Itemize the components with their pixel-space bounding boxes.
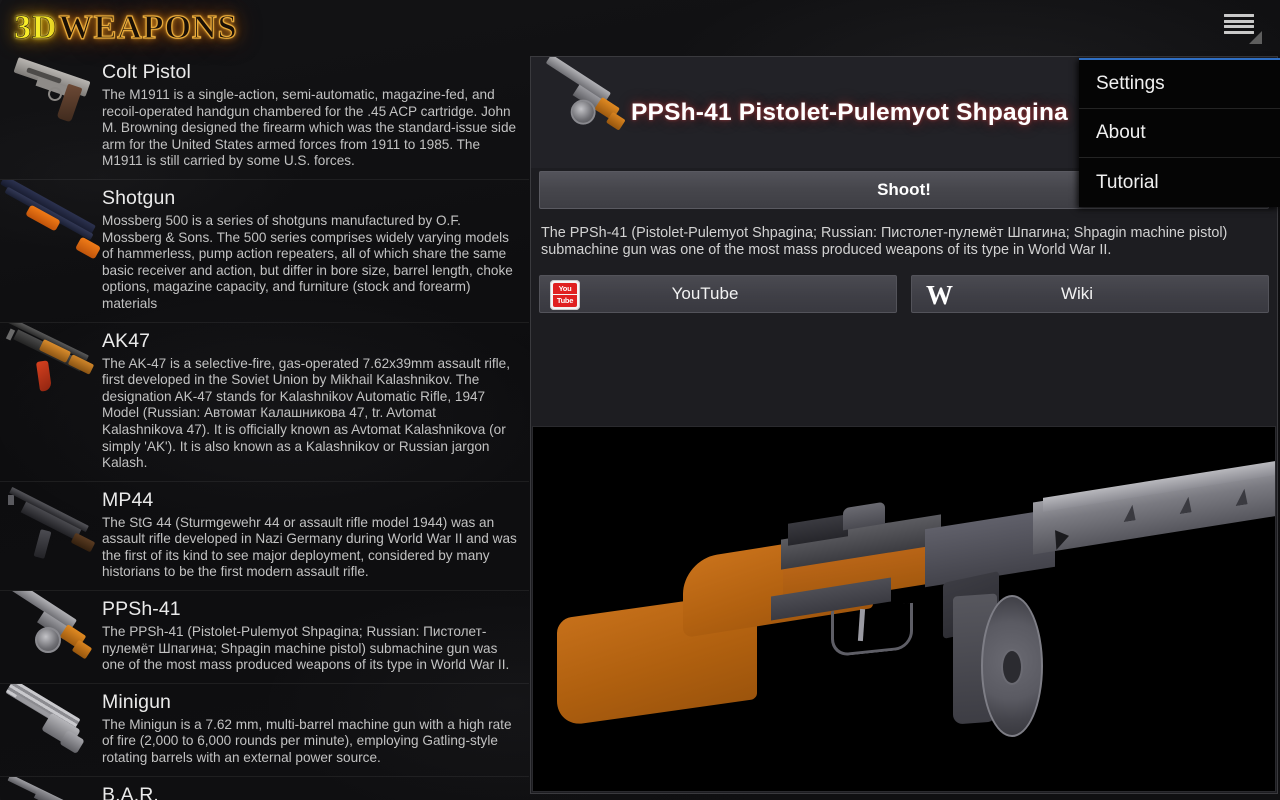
weapon-name: PPSh-41 [102,598,181,621]
hamburger-menu-icon[interactable] [1220,10,1264,44]
menu-item-about[interactable]: About [1079,109,1280,158]
weapon-description: The AK-47 is a selective-fire, gas-opera… [102,355,511,471]
youtube-icon: You Tube [550,279,580,310]
weapon-name: Shotgun [102,186,176,209]
weapon-text-block: MP44 The StG 44 (Sturmgewehr 44 or assau… [101,482,529,590]
weapon-list[interactable]: Colt Pistol The M1911 is a single-action… [0,54,529,800]
youtube-button[interactable]: You Tube YouTube [539,274,897,313]
weapon-thumbnail [0,322,101,481]
weapon-thumbnail [0,54,101,179]
youtube-icon-top-text: You [553,282,577,295]
wikipedia-icon: W [926,279,953,310]
weapon-thumbnail [0,591,101,683]
logo-weapons-text: WEAPONS [58,8,238,46]
menu-item-tutorial[interactable]: Tutorial [1079,158,1280,207]
weapon-text-block: PPSh-41 The PPSh-41 (Pistolet-Pulemyot S… [101,591,529,683]
logo-3d-text: 3D [14,9,58,47]
weapon-description: The StG 44 (Sturmgewehr 44 or assault ri… [102,514,517,580]
menu-corner-triangle-icon [1249,31,1262,44]
app-header: 3DWEAPONS [0,0,1280,54]
weapon-thumbnail [0,482,101,590]
weapon-text-block: Minigun The Minigun is a 7.62 mm, multi-… [101,684,529,776]
youtube-icon-bottom-text: Tube [553,295,577,307]
list-item[interactable]: MP44 The StG 44 (Sturmgewehr 44 or assau… [0,482,529,592]
overflow-menu[interactable]: Settings About Tutorial [1079,58,1280,207]
weapon-name: Minigun [102,690,171,713]
weapon-text-block: Colt Pistol The M1911 is a single-action… [101,54,529,179]
weapon-name: MP44 [102,488,154,511]
weapon-description: The PPSh-41 (Pistolet-Pulemyot Shpagina;… [102,624,510,673]
weapon-description: The Minigun is a 7.62 mm, multi-barrel m… [102,716,512,766]
weapon-thumbnail [0,179,101,322]
weapon-text-block: Shotgun Mossberg 500 is a series of shot… [101,180,529,322]
weapon-name: B.A.R. [102,783,159,800]
list-item[interactable]: Minigun The Minigun is a 7.62 mm, multi-… [0,683,529,777]
youtube-button-label: YouTube [671,283,739,303]
page-title: PPSh-41 Pistolet-Pulemyot Shpagina [631,98,1068,126]
weapon-thumbnail [0,776,101,800]
wiki-button-label: Wiki [1060,283,1094,303]
list-item[interactable]: Colt Pistol The M1911 is a single-action… [0,54,529,180]
weapon-text-block: AK47 The AK-47 is a selective-fire, gas-… [101,323,529,481]
weapon-name: AK47 [102,329,151,352]
menu-item-settings[interactable]: Settings [1079,60,1280,109]
list-item[interactable]: Shotgun Mossberg 500 is a series of shot… [0,179,529,323]
weapon-text-block: B.A.R. [101,777,529,800]
detail-description: The PPSh-41 (Pistolet-Pulemyot Shpagina;… [541,225,1228,258]
external-links-row: You Tube YouTube W Wiki [531,259,1277,313]
list-item[interactable]: AK47 The AK-47 is a selective-fire, gas-… [0,322,529,482]
list-item[interactable]: B.A.R. [0,776,529,800]
weapon-name: Colt Pistol [102,61,191,83]
app-logo: 3DWEAPONS [14,8,238,47]
list-item[interactable]: PPSh-41 The PPSh-41 (Pistolet-Pulemyot S… [0,591,529,684]
detail-thumbnail [539,57,631,159]
weapon-description: The M1911 is a single-action, semi-autom… [102,87,517,169]
ppsh41-3d-model [533,427,1275,791]
model-viewport[interactable] [532,426,1276,792]
weapon-description: Mossberg 500 is a series of shotguns man… [102,212,513,311]
weapon-thumbnail [0,683,101,776]
app-root: 3DWEAPONS Colt Pistol The M1911 is a sin… [0,0,1280,800]
wiki-button[interactable]: W Wiki [911,274,1269,313]
